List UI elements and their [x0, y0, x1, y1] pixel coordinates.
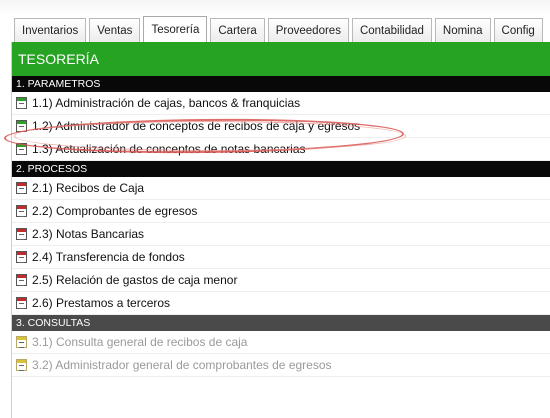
red-form-icon: [16, 274, 27, 286]
menu-item-label: 2.6) Prestamos a terceros: [32, 296, 171, 310]
menu-item-actualizacion-conceptos[interactable]: 1.3) Actualización de conceptos de notas…: [12, 138, 550, 161]
tab-contabilidad[interactable]: Contabilidad: [351, 18, 432, 42]
tab-tesoreria[interactable]: Tesorería: [143, 16, 208, 42]
green-form-icon: [16, 143, 27, 155]
tab-ventas[interactable]: Ventas: [89, 18, 141, 42]
green-form-icon: [16, 97, 27, 109]
page-title: TESORERÍA: [12, 42, 550, 76]
green-form-icon: [16, 120, 27, 132]
menu-item-recibos-caja[interactable]: 2.1) Recibos de Caja: [12, 177, 550, 200]
tab-nomina[interactable]: Nomina: [434, 18, 491, 42]
red-form-icon: [16, 251, 27, 263]
red-form-icon: [16, 297, 27, 309]
section-header-consultas: 3. CONSULTAS: [12, 315, 550, 331]
menu-item-gastos-caja-menor[interactable]: 2.5) Relación de gastos de caja menor: [12, 269, 550, 292]
tab-cartera[interactable]: Cartera: [210, 18, 265, 42]
tab-config[interactable]: Config: [493, 18, 543, 42]
section-header-parametros: 1. PARAMETROS: [12, 76, 550, 92]
menu-item-prestamos-terceros[interactable]: 2.6) Prestamos a terceros: [12, 292, 550, 315]
red-form-icon: [16, 205, 27, 217]
menu-item-label: 1.3) Actualización de conceptos de notas…: [32, 142, 306, 156]
yellow-form-icon: [16, 359, 27, 371]
menu-item-label: 3.1) Consulta general de recibos de caja: [32, 335, 248, 349]
menu-item-label: 3.2) Administrador general de comprobant…: [32, 358, 332, 372]
menu-item-label: 2.2) Comprobantes de egresos: [32, 204, 198, 218]
red-form-icon: [16, 228, 27, 240]
menu-item-label: 2.1) Recibos de Caja: [32, 181, 145, 195]
menu-item-consulta-recibos[interactable]: 3.1) Consulta general de recibos de caja: [12, 331, 550, 354]
tesoreria-panel: TESORERÍA 1. PARAMETROS 1.1) Administrac…: [11, 42, 550, 418]
tab-proveedores[interactable]: Proveedores: [267, 18, 349, 42]
menu-item-label: 2.4) Transferencia de fondos: [32, 250, 185, 264]
menu-item-comprobantes-egresos[interactable]: 2.2) Comprobantes de egresos: [12, 200, 550, 223]
menu-item-notas-bancarias[interactable]: 2.3) Notas Bancarias: [12, 223, 550, 246]
menu-item-label: 2.5) Relación de gastos de caja menor: [32, 273, 238, 287]
red-form-icon: [16, 182, 27, 194]
top-strip: [0, 0, 550, 16]
menu-item-label: 1.2) Administrador de conceptos de recib…: [32, 119, 361, 133]
yellow-form-icon: [16, 336, 27, 348]
tab-inventarios[interactable]: Inventarios: [14, 18, 87, 42]
menu-item-label: 2.3) Notas Bancarias: [32, 227, 145, 241]
module-tabs: Inventarios Ventas Tesorería Cartera Pro…: [14, 16, 546, 42]
menu-item-transferencia-fondos[interactable]: 2.4) Transferencia de fondos: [12, 246, 550, 269]
section-header-procesos: 2. PROCESOS: [12, 161, 550, 177]
menu-item-administracion-cajas[interactable]: 1.1) Administración de cajas, bancos & f…: [12, 92, 550, 115]
menu-item-label: 1.1) Administración de cajas, bancos & f…: [32, 96, 301, 110]
menu-item-administrador-comprobantes[interactable]: 3.2) Administrador general de comprobant…: [12, 354, 550, 377]
menu-item-administrador-conceptos[interactable]: 1.2) Administrador de conceptos de recib…: [12, 115, 550, 138]
